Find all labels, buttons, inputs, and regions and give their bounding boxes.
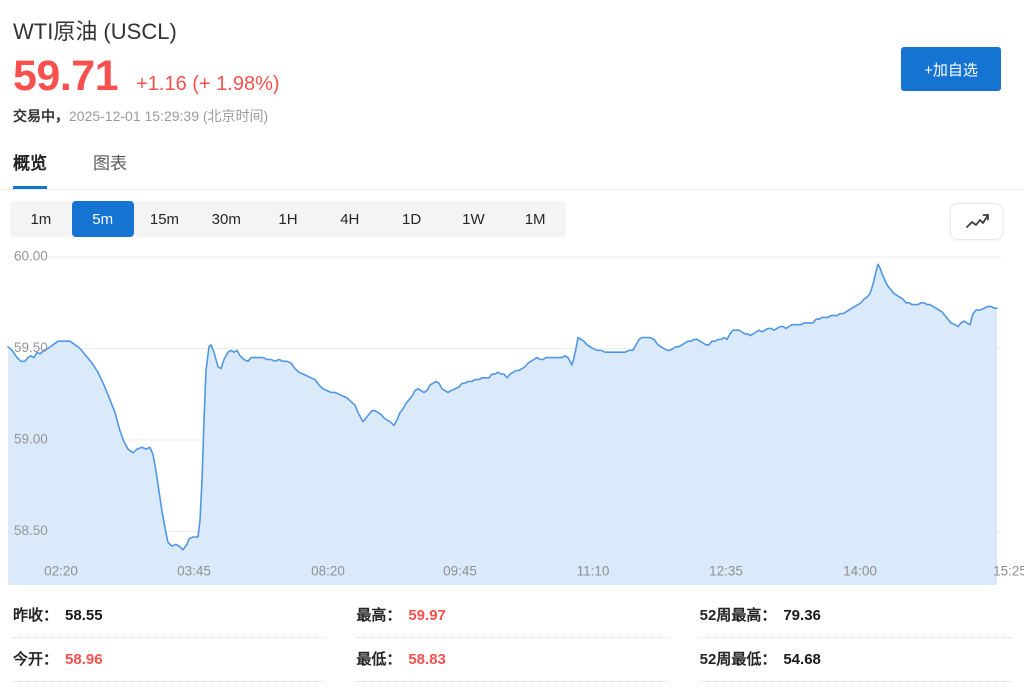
stat-value: 58.83 xyxy=(408,651,446,668)
stat-row: 52周最高： 79.36 xyxy=(700,594,1011,638)
status-timezone: (北京时间) xyxy=(203,108,268,124)
interval-button-1m[interactable]: 1m xyxy=(10,201,72,237)
interval-button-1H[interactable]: 1H xyxy=(257,201,319,237)
x-axis-label: 11:10 xyxy=(577,564,610,579)
interval-button-30m[interactable]: 30m xyxy=(195,201,257,237)
interval-toolbar: 1m5m15m30m1H4H1D1W1M xyxy=(10,201,566,237)
stat-label: 今开： xyxy=(13,648,58,669)
stat-row: 52周最低： 54.68 xyxy=(700,638,1011,682)
stat-value: 59.97 xyxy=(408,607,446,624)
price-area-series xyxy=(8,264,997,585)
y-axis-label: 59.00 xyxy=(14,432,48,447)
x-axis-label: 14:00 xyxy=(843,564,877,579)
interval-button-4H[interactable]: 4H xyxy=(319,201,381,237)
stat-value: 58.96 xyxy=(65,651,103,668)
add-watchlist-button[interactable]: +加自选 xyxy=(901,47,1001,91)
stat-value: 79.36 xyxy=(783,607,821,624)
x-axis-label: 02:20 xyxy=(44,564,78,579)
stat-column: 昨收： 58.55 今开： 58.96 xyxy=(13,594,324,682)
status-time: 2025-12-01 15:29:39 xyxy=(69,108,199,124)
y-axis-label: 58.50 xyxy=(14,523,48,538)
status-label: 交易中， xyxy=(13,108,69,124)
trading-status: 交易中，2025-12-01 15:29:39 (北京时间) xyxy=(13,106,268,126)
price-change: +1.16 (+ 1.98%) xyxy=(136,73,279,96)
x-axis-label: 08:20 xyxy=(311,564,345,579)
stat-label: 昨收： xyxy=(13,604,58,625)
stat-row: 今开： 58.96 xyxy=(13,638,324,682)
stat-label: 最低： xyxy=(356,648,401,669)
stat-column: 最高： 59.97 最低： 58.83 xyxy=(356,594,667,682)
stat-value: 54.68 xyxy=(783,651,821,668)
x-axis-label: 09:45 xyxy=(443,564,477,579)
stats-grid: 昨收： 58.55 今开： 58.96 最高： 59.97 最低： 58.83 52周最高： 79… xyxy=(13,594,1011,682)
y-axis-label: 59.50 xyxy=(14,340,48,355)
chart-canvas[interactable]: 60.00 59.50 59.00 58.50 02:20 03:45 08:20 09:45… xyxy=(0,245,1024,590)
interval-button-1D[interactable]: 1D xyxy=(381,201,443,237)
price-row: 59.71 +1.16 (+ 1.98%) xyxy=(13,52,280,101)
stat-row: 最低： 58.83 xyxy=(356,638,667,682)
interval-button-15m[interactable]: 15m xyxy=(134,201,196,237)
x-axis-label: 15:25 xyxy=(993,564,1024,579)
stat-column: 52周最高： 79.36 52周最低： 54.68 xyxy=(700,594,1011,682)
quote-page: WTI原油 (USCL) 59.71 +1.16 (+ 1.98%) +加自选 … xyxy=(0,0,1024,695)
y-axis-label: 60.00 xyxy=(14,249,48,264)
tab-chart[interactable]: 图表 xyxy=(93,149,127,189)
x-axis-label: 12:35 xyxy=(709,564,743,579)
chart-type-button[interactable] xyxy=(950,203,1003,240)
stock-price: 59.71 xyxy=(13,52,118,101)
tab-bar: 概览 图表 xyxy=(0,149,1024,190)
interval-button-1M[interactable]: 1M xyxy=(504,201,566,237)
x-axis-label: 03:45 xyxy=(177,564,211,579)
stat-label: 最高： xyxy=(356,604,401,625)
stat-label: 52周最高： xyxy=(700,604,777,625)
stock-title: WTI原油 (USCL) xyxy=(13,14,177,46)
stat-row: 最高： 59.97 xyxy=(356,594,667,638)
line-chart-icon xyxy=(963,212,991,232)
tab-overview[interactable]: 概览 xyxy=(13,149,47,189)
interval-button-5m[interactable]: 5m xyxy=(72,201,134,237)
stat-value: 58.55 xyxy=(65,607,103,624)
stat-row: 昨收： 58.55 xyxy=(13,594,324,638)
interval-button-1W[interactable]: 1W xyxy=(442,201,504,237)
stat-label: 52周最低： xyxy=(700,648,777,669)
